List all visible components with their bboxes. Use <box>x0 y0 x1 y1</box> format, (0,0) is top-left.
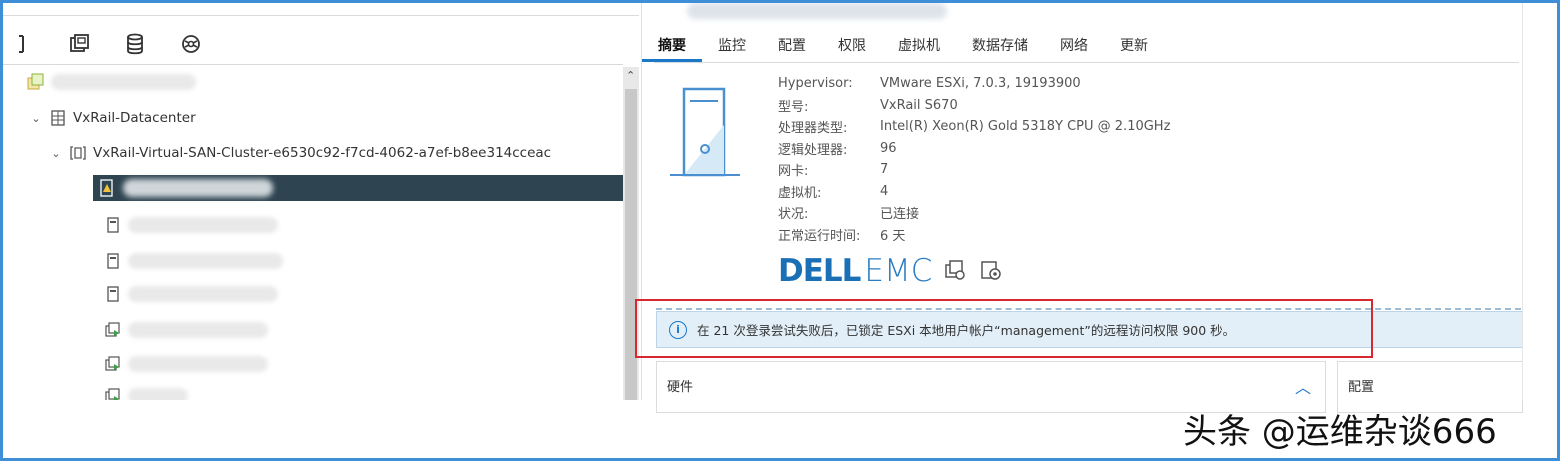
blurred-label <box>128 322 268 338</box>
host-icon <box>104 216 122 234</box>
vendor-logo: DELL EMC <box>778 253 1004 289</box>
inventory-tree: ⌄ VxRail-Datacenter ⌄ VxRail-Virtual-SAN… <box>3 67 623 404</box>
tree-node-cluster[interactable]: ⌄ VxRail-Virtual-SAN-Cluster-e6530c92-f7… <box>49 140 551 166</box>
tree-node-vm[interactable] <box>98 351 268 377</box>
property-value: 已连接 <box>880 207 920 223</box>
vm-powered-on-icon <box>104 355 122 373</box>
tree-node-host[interactable] <box>98 212 278 238</box>
property-value: 6 天 <box>880 228 906 244</box>
property-label: 网卡: <box>778 164 809 180</box>
storage-icon[interactable] <box>107 28 163 60</box>
property-label: 正常运行时间: <box>778 228 861 244</box>
host-server-icon <box>670 85 740 181</box>
blurred-label <box>128 286 278 302</box>
chevron-up-icon[interactable]: ︿ <box>1295 374 1311 398</box>
tree-node-vm[interactable] <box>98 317 268 343</box>
blurred-label <box>51 74 196 90</box>
host-icon <box>104 285 122 303</box>
dell-logo: DELL <box>778 253 861 289</box>
property-label: 型号: <box>778 99 809 115</box>
tree-node-host-selected[interactable] <box>93 175 623 201</box>
property-value: VMware ESXi, 7.0.3, 19193900 <box>880 76 1081 92</box>
property-label: 状况: <box>778 207 809 223</box>
property-value: 7 <box>880 162 889 178</box>
divider <box>3 64 623 65</box>
host-properties: Hypervisor: VMware ESXi, 7.0.3, 19193900 型… <box>778 73 1170 245</box>
networking-icon[interactable] <box>163 28 219 60</box>
tab-0[interactable]: 摘要 <box>642 31 702 62</box>
property-row: 状况: 已连接 <box>778 202 1170 224</box>
hosts-clusters-icon[interactable] <box>3 28 51 60</box>
tab-6[interactable]: 网络 <box>1044 31 1104 59</box>
property-value: 4 <box>880 183 889 199</box>
tab-7[interactable]: 更新 <box>1104 31 1164 59</box>
property-value: 96 <box>880 140 897 156</box>
host-summary-panel: 摘要 监控 配置 权限 虚拟机 数据存储 网络 更新 Hypervisor: VMware ES… <box>635 3 1557 458</box>
property-row: 型号: VxRail S670 <box>778 95 1170 117</box>
property-value: VxRail S670 <box>880 97 958 113</box>
hardware-title: 硬件 <box>667 380 694 395</box>
host-icon <box>104 252 122 270</box>
property-row: 虚拟机: 4 <box>778 181 1170 203</box>
property-value: Intel(R) Xeon(R) Gold 5318Y CPU @ 2.10GH… <box>880 119 1171 135</box>
highlight-box <box>635 299 1373 358</box>
navigator-view-tabs <box>3 27 219 61</box>
property-label: 处理器类型: <box>778 121 848 137</box>
blurred-label <box>128 356 268 372</box>
divider <box>654 62 1519 63</box>
tree-node-host[interactable] <box>98 248 283 274</box>
cluster-label: VxRail-Virtual-SAN-Cluster-e6530c92-f7cd… <box>93 145 552 161</box>
property-label: 逻辑处理器: <box>778 142 848 158</box>
tab-4[interactable]: 虚拟机 <box>882 31 956 59</box>
panel-scroll-area <box>1522 3 1557 400</box>
blurred-label <box>123 179 273 197</box>
vm-powered-on-icon <box>104 321 122 339</box>
vms-templates-icon[interactable] <box>51 28 107 60</box>
blurred-label <box>128 217 278 233</box>
property-label: Hypervisor: <box>778 76 853 92</box>
host-actions-icon[interactable] <box>944 259 968 283</box>
property-row: 处理器类型: Intel(R) Xeon(R) Gold 5318Y CPU @ … <box>778 116 1170 138</box>
blurred-header <box>687 3 947 19</box>
property-row: 正常运行时间: 6 天 <box>778 224 1170 246</box>
object-tabs: 摘要 监控 配置 权限 虚拟机 数据存储 网络 更新 <box>642 31 1164 62</box>
tree-node-host[interactable] <box>98 281 278 307</box>
watermark: 头条 @运维杂谈666 <box>1183 412 1497 452</box>
screenshot-frame: ⌄ VxRail-Datacenter ⌄ VxRail-Virtual-SAN… <box>0 0 1560 461</box>
datacenter-label: VxRail-Datacenter <box>73 110 196 126</box>
chevron-up-icon[interactable]: ⌃ <box>626 69 635 82</box>
blurred-label <box>128 253 283 269</box>
configuration-title: 配置 <box>1348 380 1375 395</box>
property-label: 虚拟机: <box>778 185 822 201</box>
host-warning-icon <box>99 179 115 201</box>
tab-2[interactable]: 配置 <box>762 31 822 59</box>
blank-area <box>3 400 642 458</box>
tab-5[interactable]: 数据存储 <box>956 31 1044 59</box>
chevron-down-icon[interactable]: ⌄ <box>29 112 43 125</box>
divider <box>3 15 639 16</box>
tree-node-datacenter[interactable]: ⌄ VxRail-Datacenter <box>29 105 196 131</box>
host-settings-icon[interactable] <box>980 259 1004 283</box>
chevron-down-icon[interactable]: ⌄ <box>49 147 63 160</box>
emc-logo: EMC <box>864 253 933 289</box>
property-row: Hypervisor: VMware ESXi, 7.0.3, 19193900 <box>778 73 1170 95</box>
cluster-icon <box>69 144 87 162</box>
tab-3[interactable]: 权限 <box>822 31 882 59</box>
property-row: 网卡: 7 <box>778 159 1170 181</box>
inventory-navigator: ⌄ VxRail-Datacenter ⌄ VxRail-Virtual-SAN… <box>3 3 642 404</box>
datacenter-icon <box>49 109 67 127</box>
tree-node-vcenter[interactable] <box>21 69 196 95</box>
vcenter-icon <box>27 73 45 91</box>
property-row: 逻辑处理器: 96 <box>778 138 1170 160</box>
tab-1[interactable]: 监控 <box>702 31 762 59</box>
